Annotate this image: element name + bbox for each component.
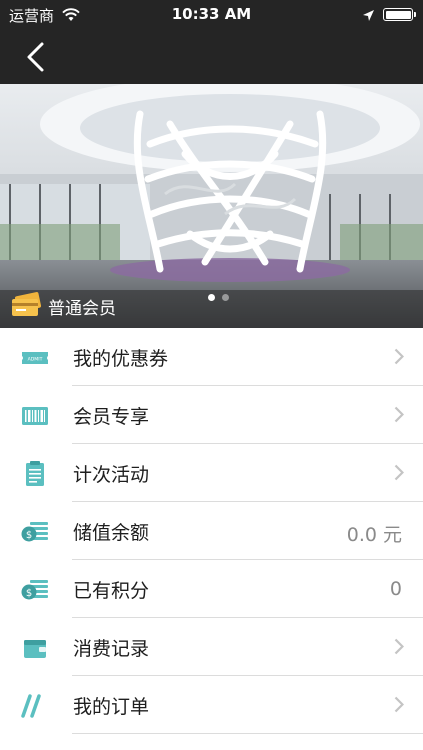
barcode-card-icon (21, 403, 49, 429)
wallet-icon (21, 635, 49, 661)
clipboard-icon (21, 461, 49, 487)
battery-icon (383, 8, 416, 21)
chevron-right-icon (394, 638, 405, 659)
points-value: 0 (389, 578, 402, 600)
back-button[interactable] (22, 40, 52, 74)
svg-text:$: $ (26, 530, 32, 541)
menu-item-coupons[interactable]: ADMIT 我的优惠券 (0, 328, 423, 386)
chevron-right-icon (394, 348, 405, 369)
menu-item-my-orders[interactable]: 我的订单 (0, 676, 423, 734)
status-bar: 运营商 10:33 AM (0, 0, 423, 30)
clock: 10:33 AM (171, 5, 252, 23)
svg-text:$: $ (26, 588, 32, 599)
store-banner[interactable]: 普通会员 (0, 84, 423, 328)
member-card-icon (10, 292, 42, 322)
balance-value: 0.0 元 (346, 524, 402, 546)
svg-text:ADMIT: ADMIT (28, 357, 43, 363)
coin-stack-icon: $ (21, 577, 49, 603)
chevron-left-icon (27, 42, 44, 72)
menu-item-punch-activities[interactable]: 计次活动 (0, 444, 423, 502)
menu-item-label: 我的优惠券 (73, 348, 169, 370)
chevron-right-icon (394, 696, 405, 717)
menu-item-member-exclusive[interactable]: 会员专享 (0, 386, 423, 444)
page-indicator-dot (222, 294, 229, 301)
member-menu: ADMIT 我的优惠券 会员专享 计次活动 $ 储值余额 0.0 元 $ 已有积… (0, 328, 423, 734)
coin-stack-icon: $ (21, 519, 49, 545)
location-arrow-icon (362, 7, 375, 26)
chevron-right-icon (394, 406, 405, 427)
navigation-bar (0, 30, 423, 84)
menu-item-label: 储值余额 (73, 522, 150, 544)
menu-item-points[interactable]: $ 已有积分 0 (0, 560, 423, 618)
member-level-label: 普通会员 (48, 299, 116, 319)
menu-item-label: 消费记录 (73, 638, 150, 660)
menu-item-label: 会员专享 (73, 406, 150, 428)
menu-item-stored-value-balance[interactable]: $ 储值余额 0.0 元 (0, 502, 423, 560)
page-indicator-dot-active (208, 294, 215, 301)
row-divider (72, 733, 423, 734)
coupon-ticket-icon: ADMIT (21, 345, 49, 371)
menu-item-label: 计次活动 (73, 464, 150, 486)
chevron-right-icon (394, 464, 405, 485)
slashes-icon (21, 693, 49, 719)
menu-item-label: 我的订单 (73, 696, 150, 718)
menu-item-consumption-records[interactable]: 消费记录 (0, 618, 423, 676)
menu-item-label: 已有积分 (73, 580, 150, 602)
